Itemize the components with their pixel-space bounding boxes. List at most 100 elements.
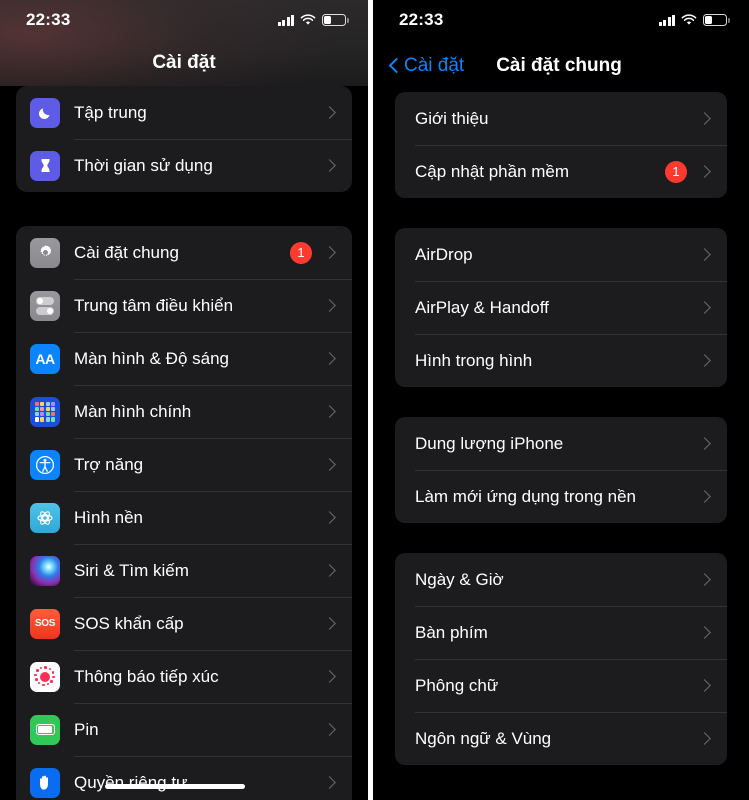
back-button-label: Cài đặt (404, 55, 465, 76)
chevron-right-icon (320, 348, 342, 370)
nav-bar-left: Cài đặt (0, 40, 368, 86)
status-bar-indicators (277, 14, 349, 26)
settings-row-label: Màn hình chính (74, 401, 192, 421)
text-size-icon: AA (30, 343, 60, 374)
settings-row-label: Tập trung (74, 102, 147, 122)
settings-row-label: Ngôn ngữ & Vùng (415, 728, 552, 748)
chevron-right-icon (320, 613, 342, 635)
chevron-right-icon (320, 295, 342, 317)
settings-row-accessibility[interactable]: Trợ năng (16, 438, 352, 491)
settings-row-siri-search[interactable]: Siri & Tìm kiếm (16, 544, 352, 597)
settings-list-left: Tập trung Thời gian sử dụng Cài đặt chun… (0, 86, 368, 800)
settings-row-wallpaper[interactable]: Hình nền (16, 491, 352, 544)
privacy-hand-icon (30, 767, 60, 798)
settings-row-label: Ngày & Giờ (415, 569, 504, 589)
status-bar-clock: 22:33 (399, 10, 444, 29)
settings-row-airplay-handoff[interactable]: AirPlay & Handoff (395, 281, 727, 334)
nav-bar-right: Cài đặt Cài đặt chung (373, 40, 749, 92)
settings-row-label: Giới thiệu (415, 108, 489, 128)
status-bar-left: 22:33 (0, 0, 368, 40)
settings-row-privacy[interactable]: Quyền riêng tư (16, 756, 352, 800)
settings-list-right: Giới thiệu Cập nhật phần mềm 1 AirDrop A… (373, 92, 749, 765)
chevron-left-icon (389, 57, 400, 75)
settings-row-iphone-storage[interactable]: Dung lượng iPhone (395, 417, 727, 470)
battery-icon (30, 714, 60, 745)
chevron-right-icon (695, 108, 717, 130)
settings-row-keyboard[interactable]: Bàn phím (395, 606, 727, 659)
chevron-right-icon (320, 454, 342, 476)
settings-row-general[interactable]: Cài đặt chung 1 (16, 226, 352, 279)
hourglass-icon (30, 150, 60, 181)
settings-row-home-screen[interactable]: Màn hình chính (16, 385, 352, 438)
chevron-right-icon (320, 560, 342, 582)
settings-row-label: Thông báo tiếp xúc (74, 666, 219, 686)
settings-row-label: Siri & Tìm kiếm (74, 560, 189, 580)
chevron-right-icon (695, 622, 717, 644)
page-title: Cài đặt (152, 52, 216, 73)
chevron-right-icon (320, 507, 342, 529)
cellular-signal-icon (277, 14, 294, 26)
chevron-right-icon (695, 728, 717, 750)
general-settings-screen: 22:33 Cài đặt Cài đặt chung Giới thiệu C… (373, 0, 749, 800)
settings-group-about: Giới thiệu Cập nhật phần mềm 1 (395, 92, 727, 198)
settings-row-picture-in-picture[interactable]: Hình trong hình (395, 334, 727, 387)
chevron-right-icon (320, 401, 342, 423)
home-indicator[interactable] (105, 784, 245, 789)
toggles-icon (30, 290, 60, 321)
settings-group-storage: Dung lượng iPhone Làm mới ứng dụng trong… (395, 417, 727, 523)
settings-row-label: Quyền riêng tư (74, 772, 188, 792)
settings-row-label: Thời gian sử dụng (74, 155, 213, 175)
chevron-right-icon (320, 666, 342, 688)
settings-row-battery[interactable]: Pin (16, 703, 352, 756)
settings-row-label: Làm mới ứng dụng trong nền (415, 486, 636, 506)
settings-group-system: Cài đặt chung 1 Trung tâm điều khiển AA … (16, 226, 352, 800)
back-button[interactable]: Cài đặt (389, 55, 464, 77)
settings-row-about[interactable]: Giới thiệu (395, 92, 727, 145)
settings-row-label: Hình trong hình (415, 350, 533, 370)
settings-row-fonts[interactable]: Phông chữ (395, 659, 727, 712)
cellular-signal-icon (658, 14, 675, 26)
settings-row-date-time[interactable]: Ngày & Giờ (395, 553, 727, 606)
chevron-right-icon (320, 155, 342, 177)
settings-row-airdrop[interactable]: AirDrop (395, 228, 727, 281)
settings-row-label: Bàn phím (415, 622, 488, 642)
siri-icon (30, 555, 60, 586)
home-screen-icon (30, 396, 60, 427)
battery-icon (703, 14, 730, 26)
settings-row-software-update[interactable]: Cập nhật phần mềm 1 (395, 145, 727, 198)
settings-row-emergency-sos[interactable]: SOS SOS khẩn cấp (16, 597, 352, 650)
settings-row-screen-time[interactable]: Thời gian sử dụng (16, 139, 352, 192)
settings-row-focus[interactable]: Tập trung (16, 86, 352, 139)
chevron-right-icon (695, 297, 717, 319)
settings-row-label: Trung tâm điều khiển (74, 295, 234, 315)
status-bar-right: 22:33 (373, 0, 749, 40)
settings-row-background-app-refresh[interactable]: Làm mới ứng dụng trong nền (395, 470, 727, 523)
settings-row-label: Cài đặt chung (74, 242, 179, 262)
settings-row-label: AirPlay & Handoff (415, 297, 549, 317)
settings-row-language-region[interactable]: Ngôn ngữ & Vùng (395, 712, 727, 765)
settings-row-label: Phông chữ (415, 675, 499, 695)
moon-icon (30, 97, 60, 128)
status-bar-indicators (658, 14, 730, 26)
gear-icon (30, 237, 60, 268)
chevron-right-icon (695, 486, 717, 508)
settings-row-label: Trợ năng (74, 454, 144, 474)
status-bar-clock: 22:33 (26, 10, 71, 29)
chevron-right-icon (320, 242, 342, 264)
exposure-notification-icon (30, 661, 60, 692)
dual-screenshot-container: 22:33 Cài đặt Tập trung Thời gian sử dụn… (0, 0, 749, 800)
chevron-right-icon (695, 161, 717, 183)
settings-row-label: AirDrop (415, 244, 473, 264)
settings-row-control-center[interactable]: Trung tâm điều khiển (16, 279, 352, 332)
settings-row-exposure-notifications[interactable]: Thông báo tiếp xúc (16, 650, 352, 703)
settings-row-label: Dung lượng iPhone (415, 433, 564, 453)
settings-row-label: Hình nền (74, 507, 143, 527)
chevron-right-icon (695, 433, 717, 455)
wifi-icon (300, 14, 316, 25)
settings-row-label: Pin (74, 719, 99, 739)
settings-group-personal: Tập trung Thời gian sử dụng (16, 86, 352, 192)
settings-row-display-brightness[interactable]: AA Màn hình & Độ sáng (16, 332, 352, 385)
